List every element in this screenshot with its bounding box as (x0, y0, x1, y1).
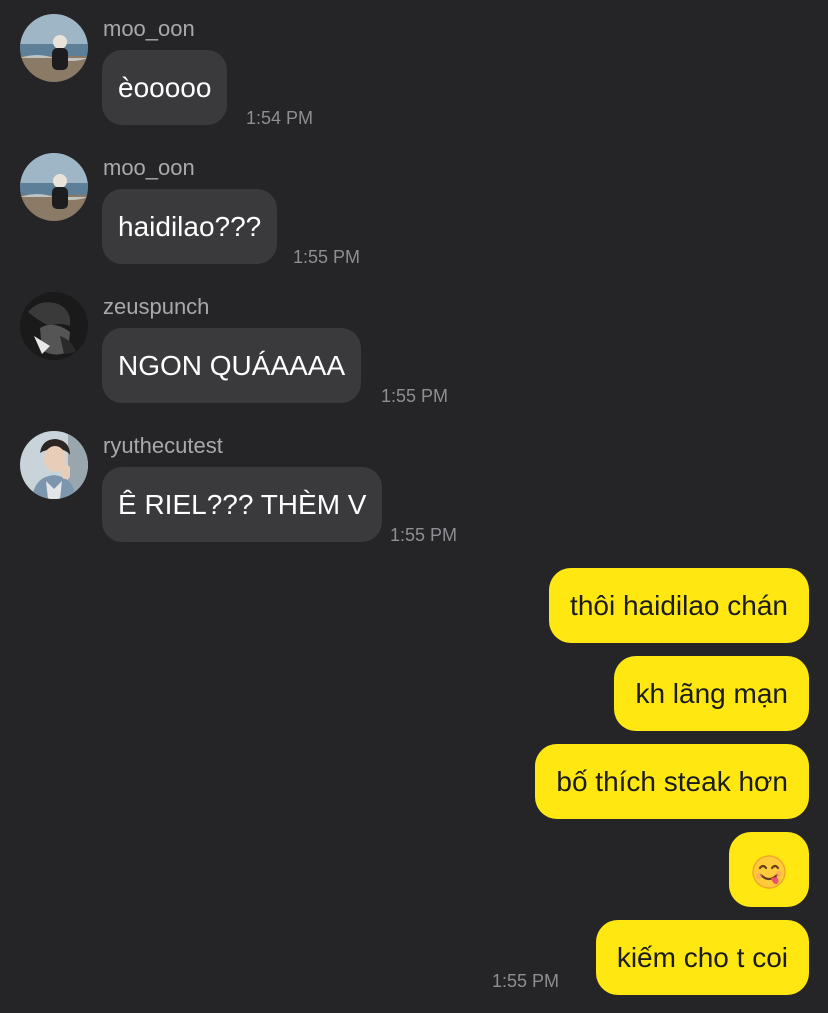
message-timestamp: 1:55 PM (293, 247, 361, 267)
sea-photo-avatar-icon[interactable] (20, 14, 88, 82)
message-timestamp: 1:55 PM (381, 386, 449, 406)
sender-name: moo_oon (103, 155, 195, 180)
incoming-message-bubble[interactable]: èooooo (102, 50, 228, 125)
yum-face-emoji-icon (751, 854, 787, 890)
person-photo-avatar-icon[interactable] (20, 431, 88, 499)
outgoing-message-bubble[interactable]: kh lãng mạn (614, 656, 809, 731)
chat-view: moo_oon èooooo 1:54 PM moo_oon haidilao?… (0, 0, 828, 1013)
bw-photo-avatar-icon[interactable] (20, 292, 88, 360)
message-timestamp: 1:55 PM (390, 525, 458, 545)
incoming-message-bubble[interactable]: NGON QUÁAAAA (102, 328, 362, 403)
outgoing-message-bubble[interactable]: kiếm cho t coi (595, 920, 809, 995)
outgoing-emoji-bubble[interactable] (729, 832, 809, 907)
sender-name: moo_oon (103, 16, 195, 41)
incoming-message-bubble[interactable]: haidilao??? (102, 189, 278, 264)
sender-name: zeuspunch (103, 294, 210, 319)
incoming-message-bubble[interactable]: Ê RIEL??? THÈM V (102, 467, 383, 542)
sender-name: ryuthecutest (103, 433, 223, 458)
sea-photo-avatar-icon[interactable] (20, 153, 88, 221)
message-timestamp: 1:54 PM (246, 108, 314, 128)
outgoing-message-bubble[interactable]: bố thích steak hơn (535, 744, 809, 819)
outgoing-message-bubble[interactable]: thôi haidilao chán (549, 568, 809, 643)
message-timestamp: 1:55 PM (492, 971, 560, 991)
